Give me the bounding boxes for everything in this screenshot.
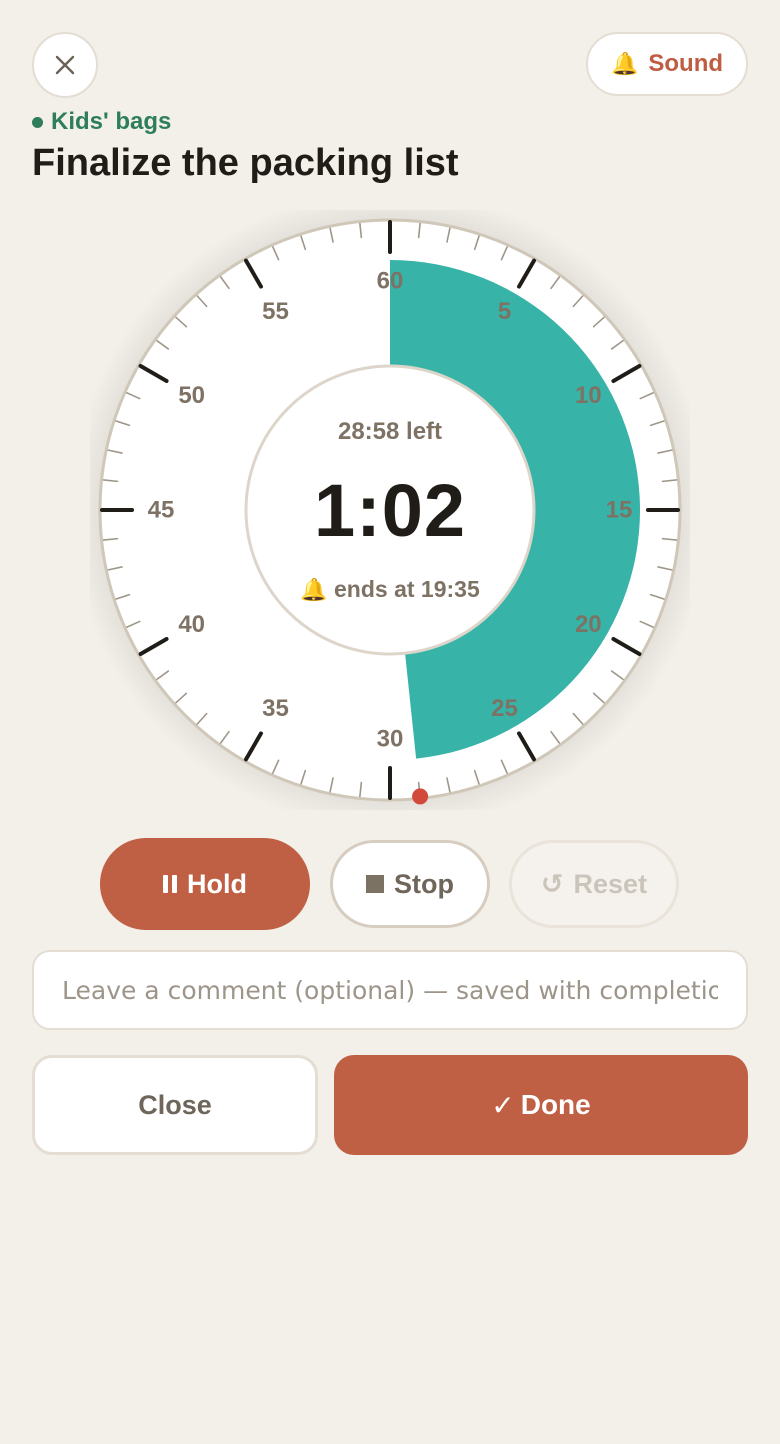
minute-label: 5 [498, 298, 511, 325]
reset-button[interactable]: ↺ Reset [509, 840, 679, 928]
pause-icon [163, 875, 177, 893]
category-label: Kids' bags [51, 108, 172, 135]
reset-label: Reset [573, 868, 648, 899]
bell-icon: 🔔 [610, 51, 639, 77]
close-button[interactable]: Close [32, 1055, 318, 1155]
end-marker [412, 788, 429, 805]
reset-icon: ↺ [540, 868, 564, 900]
stop-icon [366, 875, 384, 893]
ends-at: 🔔 ends at 19:35 [90, 576, 690, 603]
sound-label: Sound [648, 50, 724, 77]
stop-button[interactable]: Stop [330, 840, 490, 928]
minute-label: 25 [491, 695, 518, 722]
task-category: Kids' bags [32, 108, 171, 136]
close-icon [55, 55, 75, 75]
alarm-bell-icon: 🔔 [300, 578, 328, 603]
done-label: Done [520, 1089, 591, 1120]
page-title: Finalize the packing list [32, 142, 459, 184]
timer-screen: 🔔 Sound Kids' bags Finalize the packing … [0, 0, 780, 1444]
minute-label: 55 [262, 298, 289, 325]
stop-label: Stop [394, 868, 454, 899]
sound-button[interactable]: 🔔 Sound [586, 32, 748, 96]
close-label: Close [138, 1089, 212, 1120]
elapsed-time: 1:02 [313, 469, 467, 552]
check-icon: ✓ [491, 1088, 515, 1122]
done-button[interactable]: ✓ Done [334, 1055, 748, 1155]
minute-label: 10 [575, 382, 602, 409]
minute-label: 35 [262, 695, 289, 722]
hold-button[interactable]: Hold [100, 838, 310, 930]
minute-label: 40 [178, 611, 205, 638]
minute-label: 60 [377, 268, 404, 295]
close-x-button[interactable] [32, 32, 98, 98]
category-dot-icon [32, 116, 43, 128]
ends-at-label: ends at 19:35 [334, 576, 480, 602]
timer-dial[interactable]: 60 5 10 15 20 25 30 35 40 45 50 55 28:58 left 1:02 … [90, 210, 690, 810]
minute-label: 50 [178, 382, 205, 409]
comment-input[interactable] [32, 950, 748, 1030]
minute-label: 20 [575, 611, 602, 638]
time-left: 28:58 left [337, 418, 443, 445]
minute-label: 30 [377, 726, 404, 753]
hold-label: Hold [187, 868, 247, 899]
